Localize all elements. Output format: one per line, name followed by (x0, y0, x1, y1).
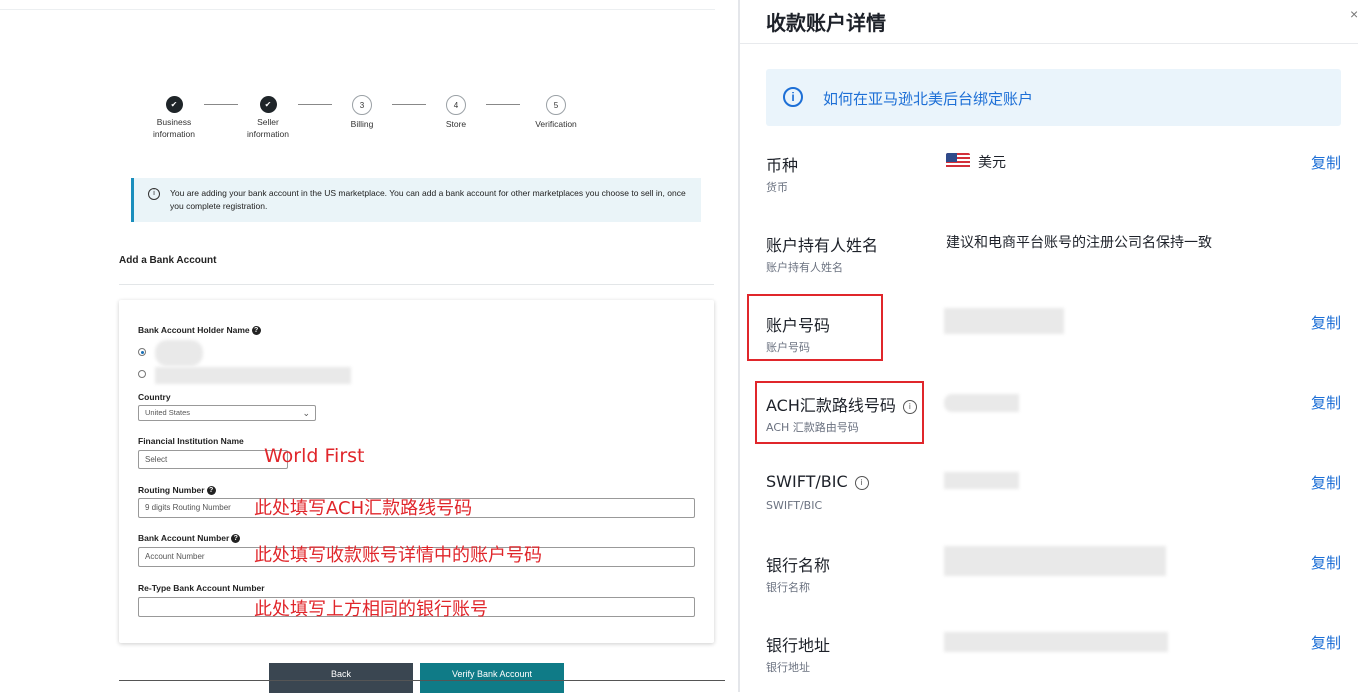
back-button[interactable]: Back (269, 663, 413, 693)
step-label: Billing (350, 119, 374, 129)
copy-button[interactable]: 复制 (1311, 472, 1341, 493)
country-select[interactable]: United States ⌄ (138, 405, 316, 421)
currency-text: 美元 (978, 155, 1006, 171)
redacted-value (944, 472, 1019, 489)
redacted-value (944, 308, 1064, 334)
step-business-information: ✔ Business information (129, 96, 219, 140)
check-icon: ✔ (165, 96, 183, 113)
row-label: 银行名称 (766, 556, 831, 575)
annotation-retype: 此处填写上方相同的银行账号 (254, 599, 488, 620)
row-label: 币种 (766, 156, 799, 175)
row-sublabel: 银行地址 (766, 661, 810, 674)
holder-name-radio-1[interactable] (138, 348, 146, 356)
step-number: 3 (352, 95, 372, 115)
currency-value: 美元 (946, 152, 1006, 172)
row-label-wrap: SWIFT/BIC i (766, 472, 869, 491)
help-icon[interactable]: ? (251, 326, 261, 336)
highlight-ach-routing (755, 381, 924, 444)
redacted-value (944, 546, 1166, 576)
routing-number-field-label: Routing Number? (138, 485, 216, 496)
step-label: Verification (535, 119, 577, 129)
row-label: 银行地址 (766, 636, 831, 655)
redacted-name-1 (155, 340, 203, 366)
drawer-title: 收款账户详情 (766, 11, 886, 35)
info-icon: i (783, 87, 803, 107)
row-sublabel: 银行名称 (766, 581, 810, 594)
row-sublabel: 货币 (766, 181, 788, 194)
retype-account-label: Re-Type Bank Account Number (138, 583, 265, 593)
copy-button[interactable]: 复制 (1311, 552, 1341, 573)
copy-button[interactable]: 复制 (1311, 392, 1341, 413)
help-banner[interactable]: i 如何在亚马逊北美后台绑定账户 (766, 69, 1341, 126)
redacted-value (944, 394, 1019, 412)
holder-name-label: Bank Account Holder Name (138, 325, 250, 335)
holder-name-field-label: Bank Account Holder Name? (138, 325, 261, 336)
country-label: Country (138, 392, 171, 402)
step-billing: 3 Billing (317, 95, 407, 130)
row-label: SWIFT/BIC (766, 472, 848, 491)
country-value: United States (145, 408, 191, 417)
account-number-field-label: Bank Account Number? (138, 533, 241, 544)
chevron-down-icon: ⌄ (302, 408, 310, 418)
step-number: 4 (446, 95, 466, 115)
step-number: 5 (546, 95, 566, 115)
detail-row-bank-name: 银行名称 银行名称 复制 (766, 546, 1341, 612)
step-store: 4 Store (411, 95, 501, 130)
detail-row-currency: 币种 货币 美元 复制 (766, 152, 1341, 212)
close-icon[interactable]: × (1350, 6, 1358, 22)
copy-button[interactable]: 复制 (1311, 632, 1341, 653)
help-icon[interactable]: ? (206, 486, 216, 496)
routing-number-label: Routing Number (138, 485, 205, 495)
row-label: 账户持有人姓名 (766, 236, 879, 255)
section-title: Add a Bank Account (119, 255, 217, 266)
holder-name-radio-2[interactable] (138, 370, 146, 378)
financial-institution-label: Financial Institution Name (138, 436, 244, 446)
check-icon: ✔ (259, 96, 277, 113)
annotation-world-first: World First (264, 445, 365, 467)
annotation-routing: 此处填写ACH汇款路线号码 (254, 498, 473, 519)
top-divider (0, 9, 715, 10)
highlight-account-number (747, 294, 883, 361)
verify-bank-account-button[interactable]: Verify Bank Account (420, 663, 564, 693)
detail-row-holder-name: 账户持有人姓名 账户持有人姓名 建议和电商平台账号的注册公司名保持一致 (766, 232, 1341, 292)
registration-panel: ✔ Business information ✔ Seller informat… (0, 0, 728, 693)
us-flag-icon (946, 153, 970, 169)
help-icon[interactable]: ? (231, 534, 241, 544)
account-details-drawer: 收款账户详情 × i 如何在亚马逊北美后台绑定账户 币种 货币 美元 复制 账户 (738, 0, 1358, 692)
redacted-value (944, 632, 1168, 652)
drawer-header-divider (740, 43, 1358, 44)
help-link[interactable]: 如何在亚马逊北美后台绑定账户 (823, 88, 1033, 109)
detail-row-bank-address: 银行地址 银行地址 复制 (766, 632, 1341, 692)
info-alert: i You are adding your bank account in th… (131, 178, 701, 222)
redacted-name-2 (155, 367, 351, 384)
copy-button[interactable]: 复制 (1311, 152, 1341, 173)
step-verification: 5 Verification (511, 95, 601, 130)
alert-text: You are adding your bank account in the … (170, 188, 686, 211)
holder-name-value: 建议和电商平台账号的注册公司名保持一致 (946, 235, 1212, 251)
step-label: Seller information (246, 117, 290, 139)
info-icon: i (148, 188, 160, 200)
step-label: Store (445, 119, 467, 129)
copy-button[interactable]: 复制 (1311, 312, 1341, 333)
row-sublabel: SWIFT/BIC (766, 499, 823, 512)
bottom-divider (119, 680, 725, 681)
step-label: Business information (152, 117, 196, 139)
detail-row-swift: SWIFT/BIC i SWIFT/BIC 复制 (766, 472, 1341, 532)
step-seller-information: ✔ Seller information (223, 96, 313, 140)
account-number-label: Bank Account Number (138, 533, 230, 543)
bank-account-form: Bank Account Holder Name? Country United… (119, 300, 714, 643)
annotation-account: 此处填写收款账号详情中的账户号码 (254, 545, 542, 566)
section-divider (119, 284, 714, 285)
info-icon[interactable]: i (854, 475, 869, 490)
row-sublabel: 账户持有人姓名 (766, 261, 843, 274)
